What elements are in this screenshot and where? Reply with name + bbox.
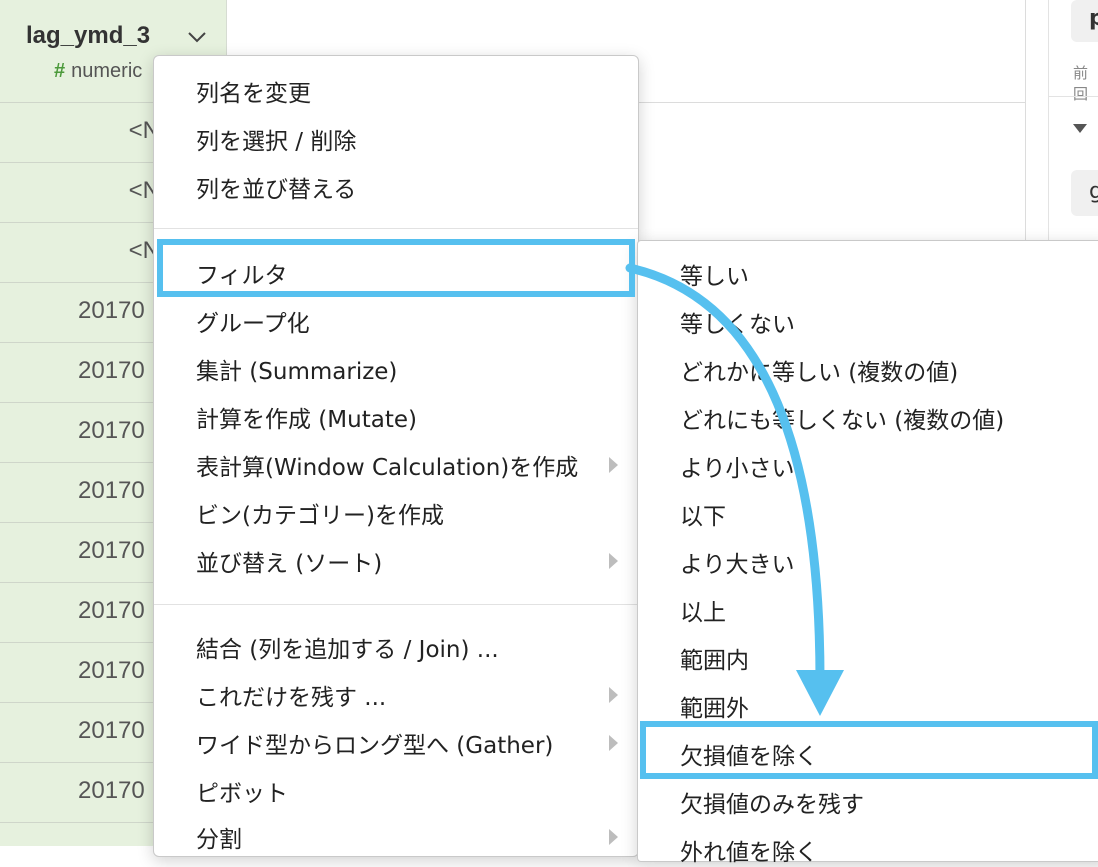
filter-item-not-equal-any[interactable]: どれにも等しくない (複数の値) [680,401,1004,435]
filter-item-greater-equal[interactable]: 以上 [680,593,726,627]
panel-input[interactable]: p [1071,0,1098,42]
filter-item-equal[interactable]: 等しい [680,257,749,291]
highlight-filter-box [157,239,635,297]
highlight-remove-na-box [640,721,1098,779]
column-name: lag_ymd_3 [26,22,151,49]
filter-item-keep-na[interactable]: 欠損値のみを残す [680,785,864,819]
filter-item-less-equal[interactable]: 以下 [680,497,726,531]
menu-item-split[interactable]: 分割 [196,820,242,854]
menu-item-keep-only[interactable]: これだけを残す ... [196,678,386,712]
submenu-arrow-icon [609,457,618,473]
filter-item-remove-outliers[interactable]: 外れ値を除く [680,833,818,867]
column-type-label: numeric [71,60,143,82]
filter-item-out-of-range[interactable]: 範囲外 [680,689,749,723]
numeric-type-icon: # [54,60,66,82]
menu-item-rename-column[interactable]: 列名を変更 [196,74,311,108]
column-type: # numeric [54,60,142,83]
menu-item-gather[interactable]: ワイド型からロング型へ (Gather) [196,726,553,760]
filter-item-greater-than[interactable]: より大きい [680,545,795,579]
menu-item-group-by[interactable]: グループ化 [196,304,310,338]
menu-separator [154,228,638,229]
collapse-triangle-icon[interactable] [1073,124,1087,133]
filter-item-within-range[interactable]: 範囲内 [680,641,749,675]
menu-item-summarize[interactable]: 集計 (Summarize) [196,352,397,386]
menu-item-sort[interactable]: 並び替え (ソート) [196,544,382,578]
filter-item-less-than[interactable]: より小さい [680,449,795,483]
panel-divider [1049,96,1098,97]
menu-separator [154,604,638,605]
submenu-arrow-icon [609,735,618,751]
panel-caption: 前回 [1073,64,1089,103]
menu-item-window-calculation[interactable]: 表計算(Window Calculation)を作成 [196,448,578,482]
panel-field[interactable]: g [1071,170,1098,216]
menu-item-select-delete-columns[interactable]: 列を選択 / 削除 [196,122,356,156]
menu-item-join[interactable]: 結合 (列を追加する / Join) ... [196,630,499,664]
filter-item-not-equal[interactable]: 等しくない [680,305,795,339]
menu-item-pivot[interactable]: ピボット [196,774,288,808]
filter-item-equal-any[interactable]: どれかに等しい (複数の値) [680,353,958,387]
chevron-down-icon[interactable] [186,28,208,46]
column-context-menu: 列名を変更 列を選択 / 削除 列を並び替える フィルタ グループ化 集計 (S… [153,55,639,857]
menu-item-mutate[interactable]: 計算を作成 (Mutate) [196,400,417,434]
menu-item-bin[interactable]: ビン(カテゴリー)を作成 [196,496,444,530]
submenu-arrow-icon [609,553,618,569]
submenu-arrow-icon [609,829,618,845]
submenu-arrow-icon [609,687,618,703]
menu-item-reorder-columns[interactable]: 列を並び替える [196,170,356,204]
